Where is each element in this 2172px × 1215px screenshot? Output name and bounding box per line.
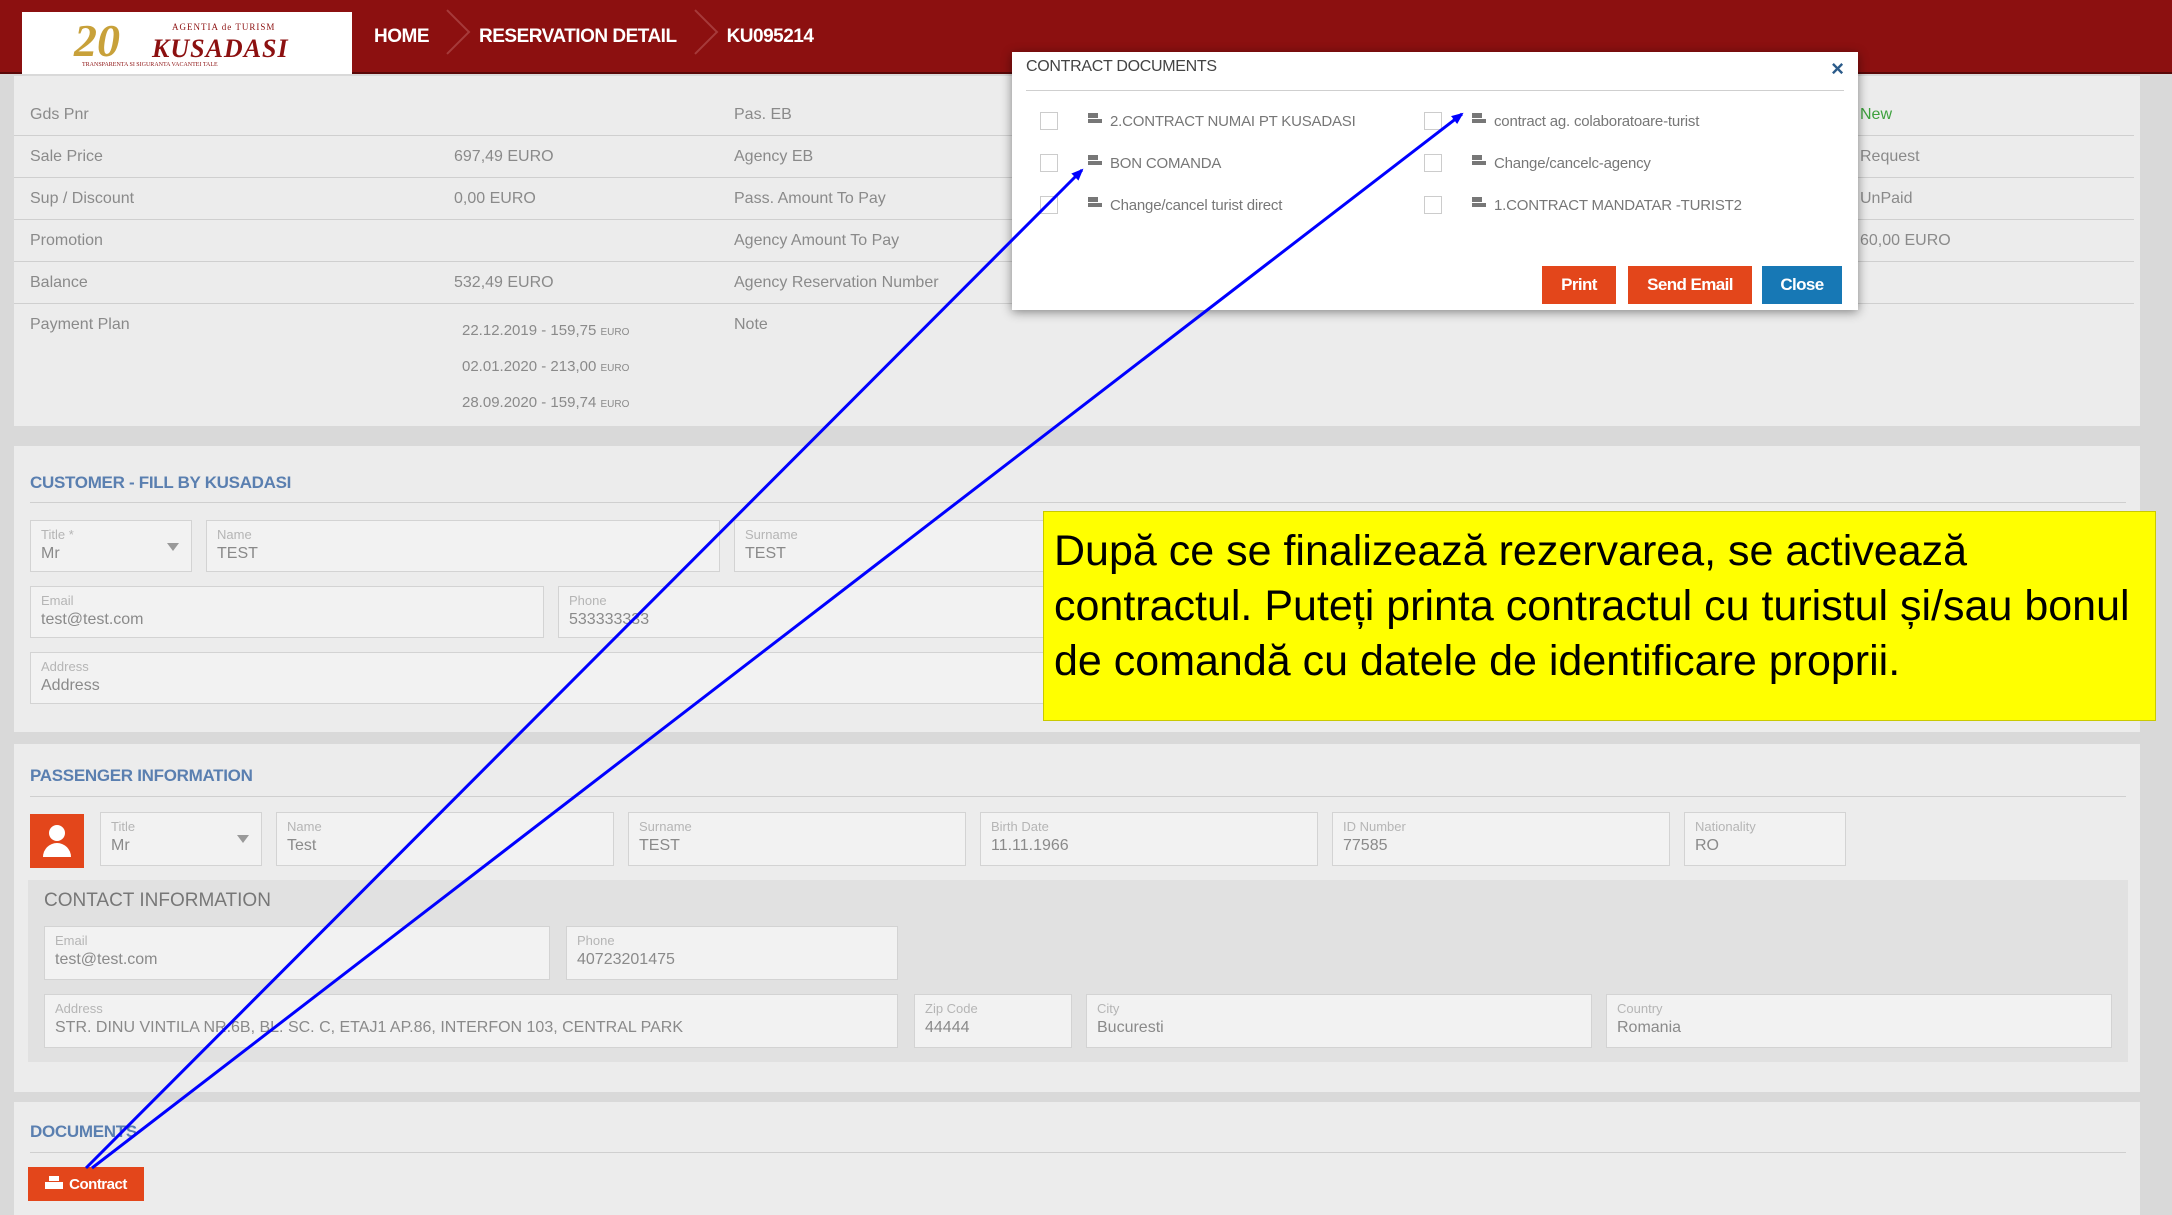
annotation-arrows: [84, 112, 1464, 1170]
arrow-to-contract-ag: [91, 112, 1464, 1170]
arrow-to-bon-comanda: [84, 168, 1084, 1170]
